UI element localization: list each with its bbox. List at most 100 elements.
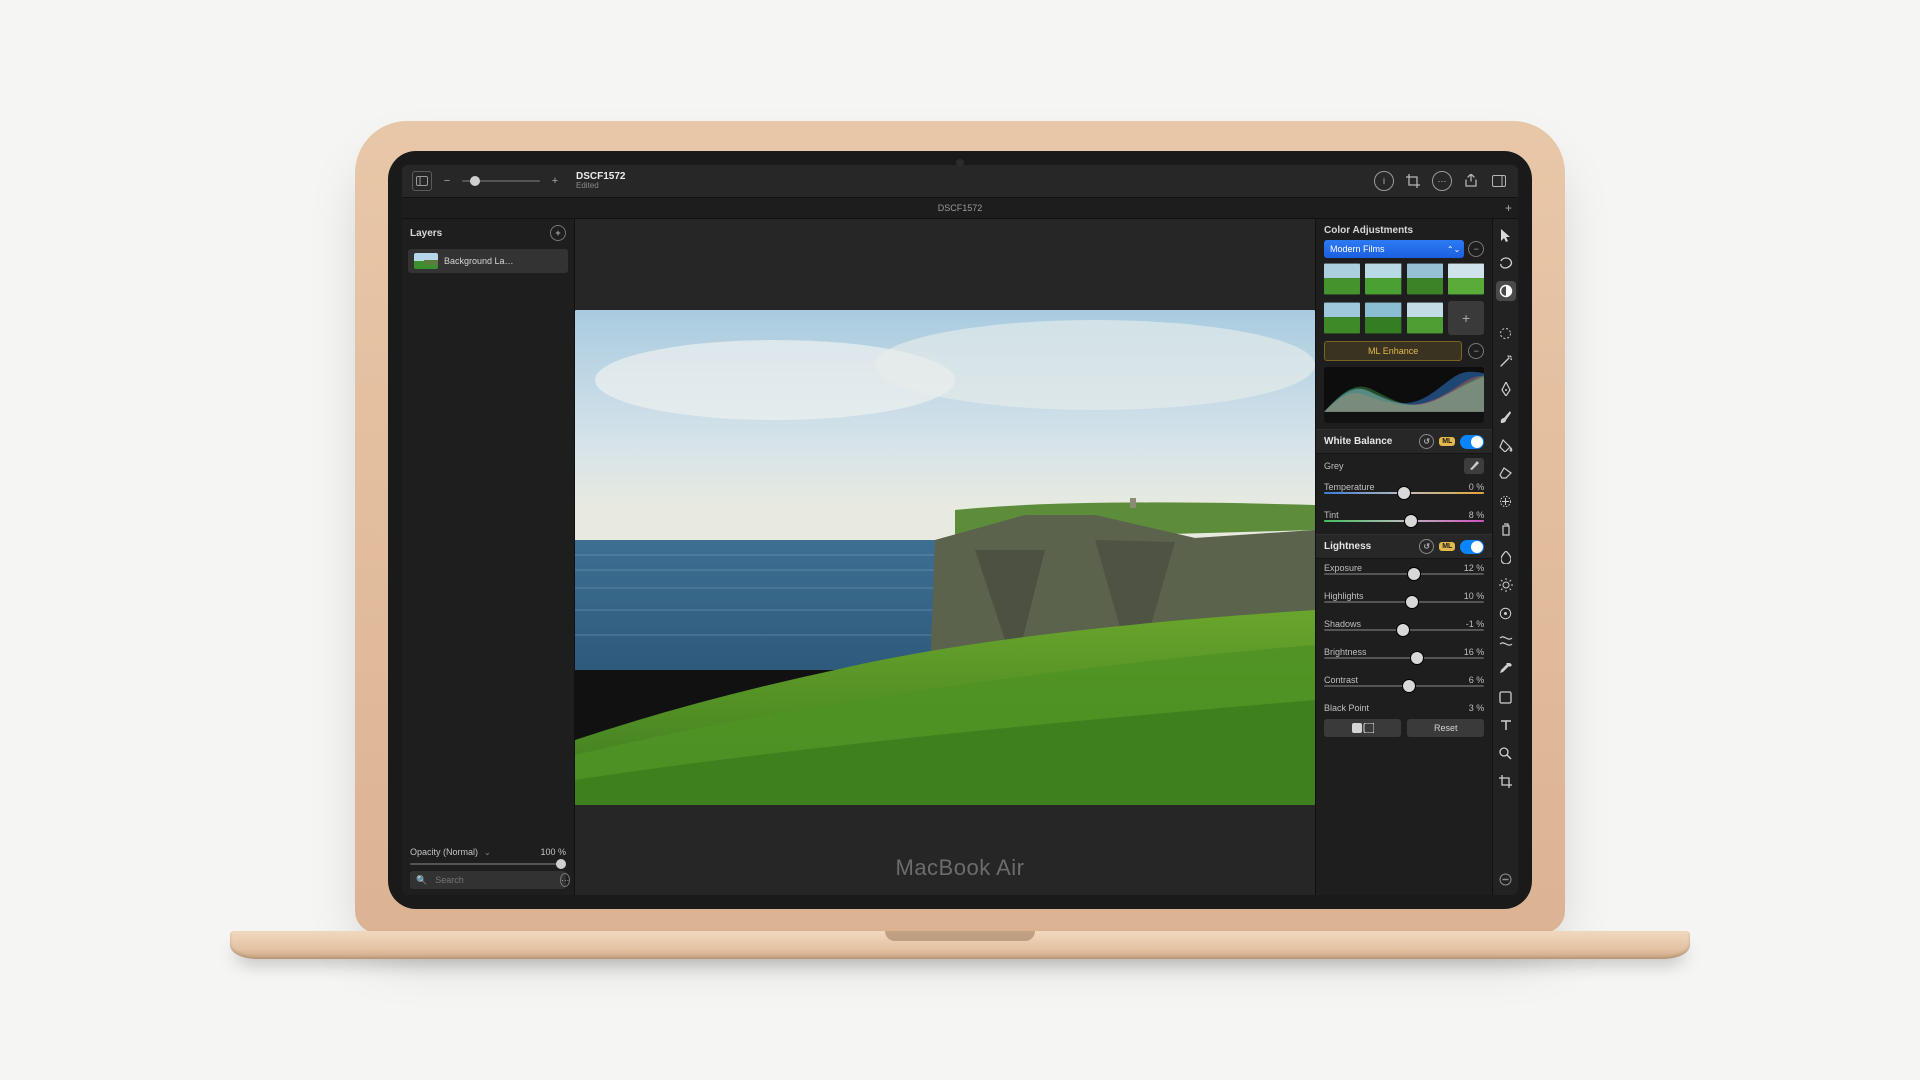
crop-tool-icon[interactable]: [1404, 172, 1422, 190]
collapse-tools-icon[interactable]: [1496, 869, 1516, 889]
tab-strip: DSCF1572 +: [402, 198, 1518, 219]
new-tab-button[interactable]: +: [1505, 198, 1512, 218]
contrast-value: 6 %: [1469, 675, 1485, 685]
zoom-slider[interactable]: [462, 180, 540, 182]
preset-thumb[interactable]: [1407, 262, 1443, 296]
inspector-panel: Color Adjustments Modern Films ⌃⌄ −: [1315, 219, 1492, 895]
zoom-in-button[interactable]: +: [550, 175, 560, 187]
lighten-tool-icon[interactable]: [1496, 575, 1516, 595]
repair-tool-icon[interactable]: [1496, 491, 1516, 511]
image-preview: [575, 310, 1315, 805]
free-select-tool-icon[interactable]: [1496, 253, 1516, 273]
brightness-value: 16 %: [1464, 647, 1485, 657]
opacity-value: 100 %: [540, 847, 566, 857]
info-icon[interactable]: i: [1374, 171, 1394, 191]
preset-select[interactable]: Modern Films ⌃⌄: [1324, 240, 1464, 258]
bucket-tool-icon[interactable]: [1496, 435, 1516, 455]
section-lightness[interactable]: Lightness ↺ ML: [1316, 534, 1492, 559]
tint-slider[interactable]: [1316, 520, 1492, 534]
tool-strip: [1492, 219, 1518, 895]
preset-thumb[interactable]: [1365, 262, 1401, 296]
eyedropper-tool-icon[interactable]: [1496, 659, 1516, 679]
gradient-tool-icon[interactable]: [1496, 603, 1516, 623]
ml-enhance-remove[interactable]: −: [1468, 343, 1484, 359]
camera-dot: [956, 159, 964, 167]
document-title: DSCF1572 Edited: [576, 171, 625, 191]
shadows-value: -1 %: [1466, 619, 1485, 629]
search-icon: 🔍: [416, 875, 427, 886]
layer-row[interactable]: Background La…: [408, 249, 568, 273]
pen-tool-icon[interactable]: [1496, 379, 1516, 399]
color-adjust-tool-icon[interactable]: [1496, 281, 1516, 301]
opacity-slider[interactable]: [410, 863, 566, 865]
ml-badge[interactable]: ML: [1439, 437, 1455, 446]
contrast-slider[interactable]: [1316, 685, 1492, 699]
chevron-up-down-icon: ⌃⌄: [1447, 245, 1460, 254]
type-tool-icon[interactable]: [1496, 715, 1516, 735]
eraser-tool-icon[interactable]: [1496, 463, 1516, 483]
share-icon[interactable]: [1462, 172, 1480, 190]
section-title: White Balance: [1324, 436, 1392, 447]
preset-thumb[interactable]: [1448, 262, 1484, 296]
preset-thumb[interactable]: [1365, 301, 1401, 335]
reset-button[interactable]: Reset: [1407, 719, 1484, 737]
brightness-slider[interactable]: [1316, 657, 1492, 671]
layer-search[interactable]: 🔍 ⋯: [410, 871, 566, 889]
inspector-toggle-icon[interactable]: [1490, 172, 1508, 190]
highlights-label: Highlights: [1324, 591, 1364, 601]
temperature-slider[interactable]: [1316, 492, 1492, 506]
layers-panel: Layers + Background La… Opacity (Normal): [402, 219, 575, 895]
add-preset-button[interactable]: +: [1448, 301, 1484, 335]
effects-icon[interactable]: ⋯: [1432, 171, 1452, 191]
layer-search-input[interactable]: [433, 874, 554, 886]
device-label: MacBook Air: [896, 855, 1025, 881]
crop-tool-icon[interactable]: [1496, 771, 1516, 791]
opacity-label: Opacity (Normal): [410, 847, 478, 857]
grey-eyedropper-button[interactable]: [1464, 458, 1484, 474]
warp-tool-icon[interactable]: [1496, 631, 1516, 651]
highlights-slider[interactable]: [1316, 601, 1492, 615]
clone-tool-icon[interactable]: [1496, 519, 1516, 539]
blur-tool-icon[interactable]: [1496, 547, 1516, 567]
shape-tool-icon[interactable]: [1496, 687, 1516, 707]
preset-thumb[interactable]: [1407, 301, 1443, 335]
laptop-mock: − + DSCF1572 Edited i ⋯: [335, 121, 1585, 959]
exposure-slider[interactable]: [1316, 573, 1492, 587]
tab-label[interactable]: DSCF1572: [938, 203, 983, 213]
workzone: Layers + Background La… Opacity (Normal): [402, 219, 1518, 895]
zoom-out-button[interactable]: −: [442, 175, 452, 187]
chevron-up-down-icon[interactable]: ⌄: [484, 848, 491, 857]
exposure-label: Exposure: [1324, 563, 1362, 573]
sidebar-toggle-button[interactable]: [412, 171, 432, 191]
tint-label: Tint: [1324, 510, 1339, 520]
black-point-label: Black Point: [1324, 703, 1369, 713]
arrow-tool-icon[interactable]: [1496, 225, 1516, 245]
zoom-tool-icon[interactable]: [1496, 743, 1516, 763]
app-window: − + DSCF1572 Edited i ⋯: [402, 165, 1518, 895]
preset-thumb[interactable]: [1324, 262, 1360, 296]
preset-select-label: Modern Films: [1330, 244, 1385, 254]
shadows-slider[interactable]: [1316, 629, 1492, 643]
brush-tool-icon[interactable]: [1496, 407, 1516, 427]
ml-enhance-button[interactable]: ML Enhance: [1324, 341, 1462, 361]
canvas[interactable]: [575, 219, 1315, 895]
section-white-balance[interactable]: White Balance ↺ ML: [1316, 429, 1492, 454]
add-layer-button[interactable]: +: [550, 225, 566, 241]
ml-badge[interactable]: ML: [1439, 542, 1455, 551]
reset-icon[interactable]: ↺: [1419, 434, 1434, 449]
laptop-hinge: [230, 931, 1690, 959]
magic-wand-tool-icon[interactable]: [1496, 351, 1516, 371]
white-balance-toggle[interactable]: [1460, 435, 1484, 449]
histogram: [1324, 367, 1484, 423]
grey-label: Grey: [1324, 461, 1344, 471]
exposure-value: 12 %: [1464, 563, 1485, 573]
tint-value: 8 %: [1469, 510, 1485, 520]
lightness-toggle[interactable]: [1460, 540, 1484, 554]
preset-thumb[interactable]: [1324, 301, 1360, 335]
preset-grid: +: [1324, 262, 1484, 335]
preset-remove-button[interactable]: −: [1468, 241, 1484, 257]
compare-button[interactable]: [1324, 719, 1401, 737]
marquee-tool-icon[interactable]: [1496, 323, 1516, 343]
search-options-button[interactable]: ⋯: [560, 873, 570, 887]
reset-icon[interactable]: ↺: [1419, 539, 1434, 554]
